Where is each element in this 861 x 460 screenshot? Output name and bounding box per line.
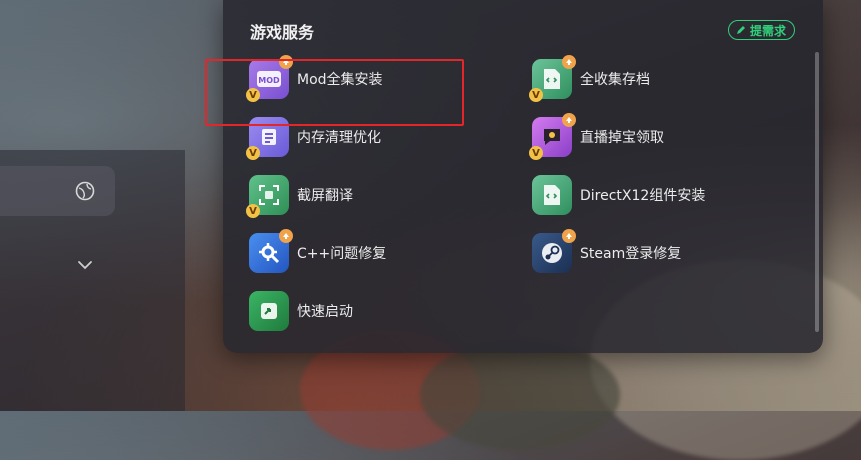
upgrade-badge-icon bbox=[279, 229, 293, 243]
globe-icon[interactable] bbox=[74, 180, 96, 202]
sidebar-selected-item[interactable] bbox=[0, 166, 115, 216]
service-item-cpp-repair[interactable]: C++问题修复 bbox=[249, 229, 387, 273]
upgrade-badge-icon bbox=[562, 229, 576, 243]
service-item-label: Steam登录修复 bbox=[580, 246, 682, 262]
service-item-label: 内存清理优化 bbox=[297, 130, 381, 146]
steam-repair-icon bbox=[532, 229, 576, 273]
save-collection-icon: V bbox=[529, 55, 576, 102]
service-item-quick-launch[interactable]: 快速启动 bbox=[249, 291, 353, 331]
service-item-label: 快速启动 bbox=[297, 304, 353, 320]
service-item-label: DirectX12组件安装 bbox=[580, 188, 706, 204]
vip-badge-icon: V bbox=[246, 204, 260, 218]
vip-badge-icon: V bbox=[529, 88, 543, 102]
cpp-repair-icon bbox=[249, 229, 293, 273]
request-feature-label: 提需求 bbox=[749, 23, 786, 38]
service-item-directx-install[interactable]: DirectX12组件安装 bbox=[532, 175, 705, 215]
quick-launch-icon bbox=[249, 291, 289, 331]
vip-badge-icon: V bbox=[246, 146, 260, 160]
game-services-panel: 游戏服务 提需求 MOD V Mod全集安装 V 内存清理优化 V 截屏翻译 C… bbox=[223, 0, 823, 353]
request-feature-button[interactable]: 提需求 bbox=[727, 20, 795, 40]
directx-icon bbox=[532, 175, 572, 215]
service-item-steam-repair[interactable]: Steam登录修复 bbox=[532, 229, 682, 273]
live-drop-icon: V bbox=[529, 113, 576, 160]
upgrade-badge-icon bbox=[562, 55, 576, 69]
upgrade-badge-icon bbox=[562, 113, 576, 127]
service-item-live-drop[interactable]: V 直播掉宝领取 bbox=[529, 113, 664, 160]
service-item-label: 全收集存档 bbox=[580, 72, 650, 88]
screenshot-translate-icon: V bbox=[246, 175, 289, 218]
annotation-highlight-box bbox=[205, 59, 464, 126]
service-item-screenshot-translate[interactable]: V 截屏翻译 bbox=[246, 175, 353, 218]
service-item-label: C++问题修复 bbox=[297, 246, 387, 262]
scrollbar[interactable] bbox=[815, 52, 819, 332]
service-item-label: 截屏翻译 bbox=[297, 188, 353, 204]
service-item-save-collection[interactable]: V 全收集存档 bbox=[529, 55, 650, 102]
background-scene-figure-2 bbox=[420, 340, 620, 450]
vip-badge-icon: V bbox=[529, 146, 543, 160]
pencil-icon bbox=[736, 26, 745, 34]
panel-title: 游戏服务 bbox=[250, 23, 315, 42]
service-item-label: 直播掉宝领取 bbox=[580, 130, 664, 146]
chevron-down-icon[interactable] bbox=[76, 258, 94, 272]
